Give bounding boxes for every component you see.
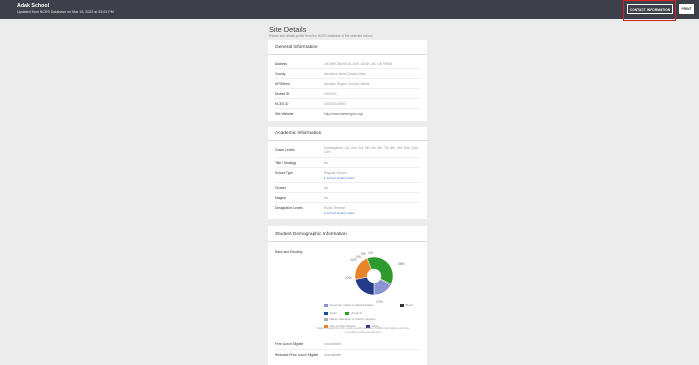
card-title: Academic Information [275, 131, 322, 136]
legend-swatch [324, 317, 328, 321]
school-name: Adak School [17, 3, 50, 9]
row-label: Charter [275, 186, 286, 190]
page-subtitle: Please see details pulled from the NCES … [269, 34, 373, 38]
percent-label: 38% [398, 262, 405, 266]
percent-label: 17% [376, 300, 383, 304]
grade-levels-value: Kindergarten, 1st, 2nd, 3rd, 4th, 5th, 6… [324, 146, 419, 155]
percent-label: 22% [345, 276, 352, 280]
legend-label: Hispanic [350, 311, 363, 315]
school-type-value: Regular School [324, 171, 347, 175]
row-label: Site Website [275, 112, 294, 116]
legend-label: American Indian or Alaska Native [329, 303, 374, 307]
row-label: County [275, 72, 286, 76]
percent-label: 1% [368, 251, 373, 255]
legend-item[interactable]: American Indian or Alaska Native [324, 303, 374, 307]
school-detail-link[interactable]: School Detail Letters [324, 176, 355, 180]
chart-note: Data is pulled from the most recently av… [317, 326, 409, 334]
county-value: Aleutians West Census Area [324, 72, 366, 76]
updated-timestamp: Updated from NCES Database on Mar 15, 20… [17, 10, 114, 14]
row-label: Reduced-Price Lunch Eligible [275, 353, 319, 357]
legend-label: Black [405, 303, 413, 307]
legend-item[interactable]: Asian [324, 311, 337, 315]
divider [268, 241, 427, 242]
address-value: 100 MECHANICAL AVE, ADAK, AK, US 99546 [324, 62, 393, 66]
row-label: School Type [275, 171, 294, 175]
print-button[interactable]: PRINT [679, 4, 694, 14]
row-label: Magnet [275, 196, 286, 200]
percent-label: 0% [361, 252, 366, 256]
contact-information-button[interactable]: CONTACT INFORMATION [627, 4, 673, 14]
general-information-card: General Information Address 100 MECHANIC… [268, 40, 427, 121]
legend-swatch [324, 303, 328, 307]
row-label: Free Lunch Eligible [275, 342, 304, 346]
legend-swatch [400, 303, 404, 307]
free-lunch-value: Unavailable [324, 342, 342, 346]
row-label: Address [275, 62, 288, 66]
top-bar: Adak School Updated from NCES Database o… [0, 0, 699, 19]
title-i-value: No [324, 161, 329, 165]
reduced-lunch-value: Unavailable [324, 353, 342, 357]
divider [268, 54, 427, 55]
academic-information-card: Academic Information Grade Levels Kinder… [268, 127, 427, 219]
card-title: General Information [275, 45, 318, 50]
site-website-link[interactable]: http://www.aleutregion.org/ [324, 112, 422, 116]
designation-value: Rural: Remote [324, 206, 346, 210]
nces-id-value: 020000100603 [324, 102, 347, 106]
page-title: Site Details [269, 25, 307, 34]
district-id-value: 0200001 [324, 92, 337, 96]
divider [268, 140, 427, 141]
row-label: Race and Ethnicity [275, 250, 303, 254]
row-label: Designation Levels [275, 206, 303, 210]
legend-label: Asian [329, 311, 338, 315]
percent-label: 22% [350, 258, 357, 262]
card-title: Student Demographic Information [275, 232, 347, 237]
legend-swatch [345, 311, 349, 315]
row-label: AFSMerro [275, 82, 291, 86]
row-label: NCES ID [275, 102, 289, 106]
district-value: Aleutian Region School District [324, 82, 370, 86]
legend-item[interactable]: Native Hawaiian or Pacific Islander [324, 317, 376, 321]
legend-swatch [324, 311, 328, 315]
legend-item[interactable]: Black [400, 303, 413, 307]
row-label: Title I Strategy [275, 161, 297, 165]
charter-value: No [324, 186, 329, 190]
demographic-information-card: Student Demographic Information Race and… [268, 226, 427, 365]
magnet-value: No [324, 196, 329, 200]
legend-label: Native Hawaiian or Pacific Islander [329, 317, 376, 321]
row-label: District ID [275, 92, 290, 96]
school-detail-link[interactable]: School Detail Letters [324, 211, 355, 215]
row-label: Grade Levels [275, 148, 295, 152]
legend-item[interactable]: Hispanic [345, 311, 362, 315]
